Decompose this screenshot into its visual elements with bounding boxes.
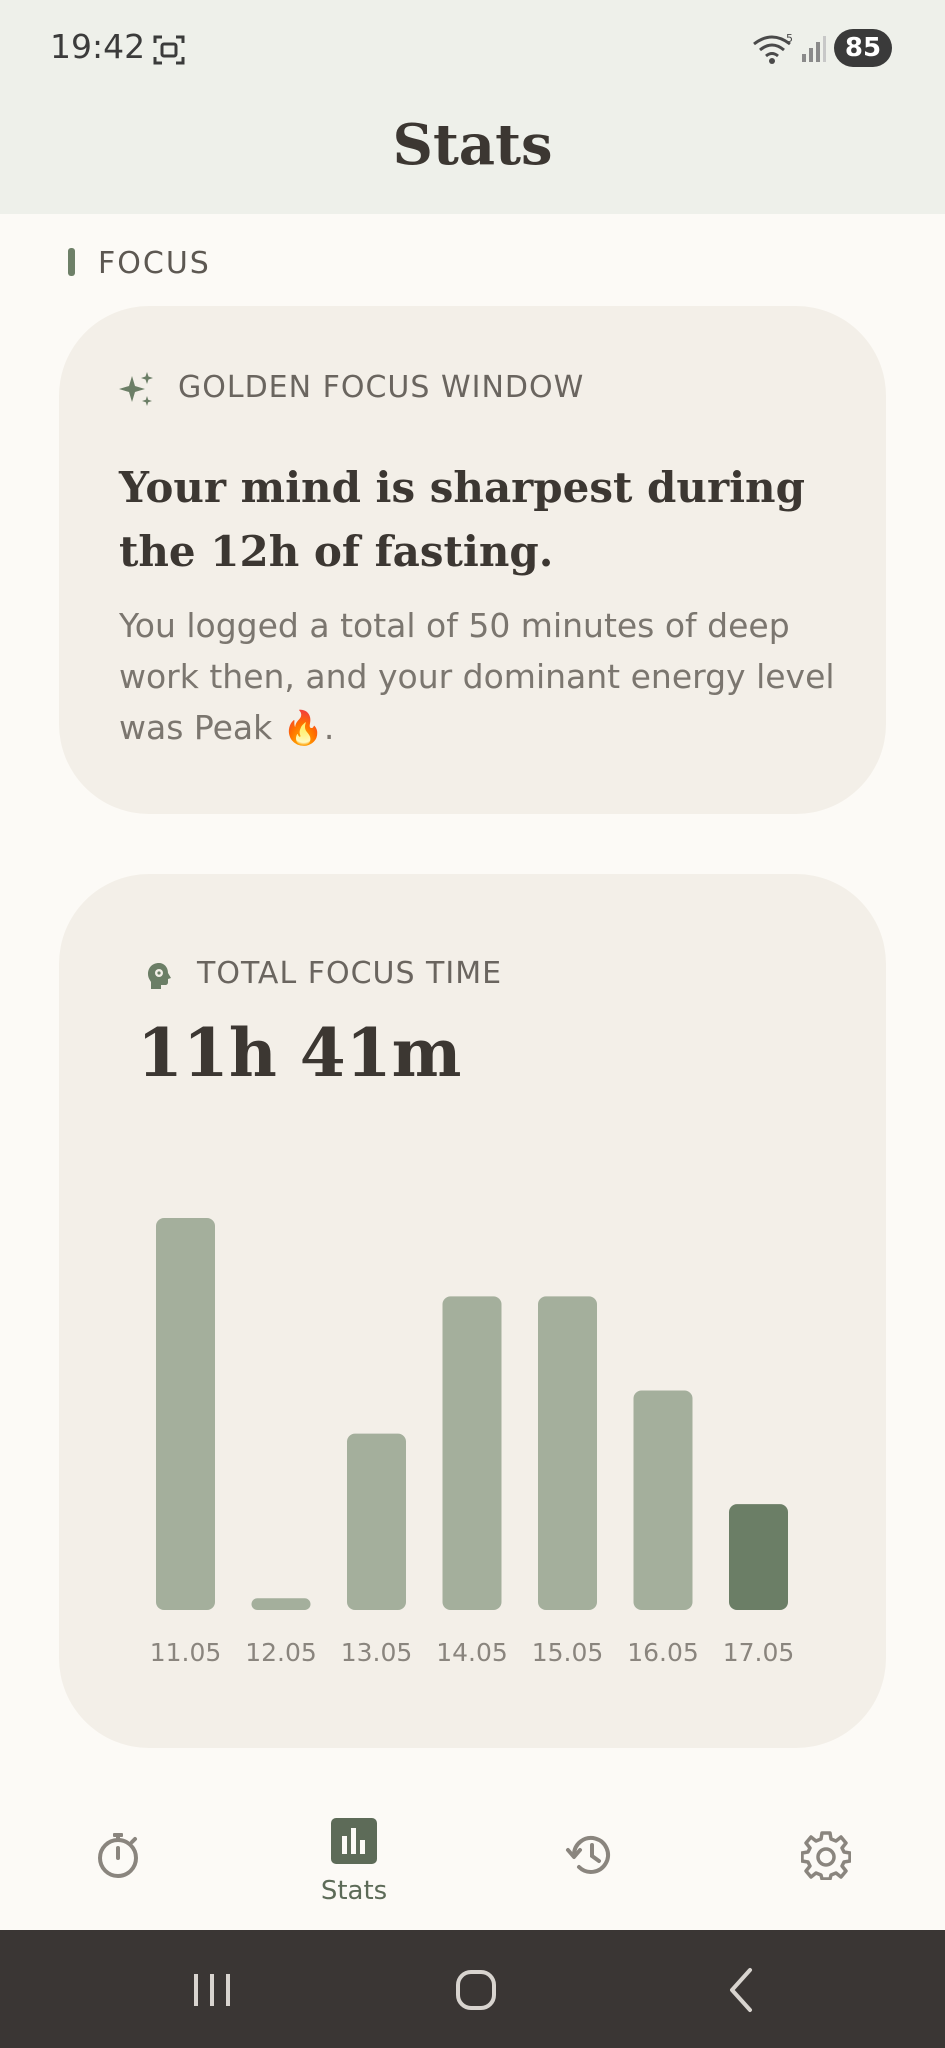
home-icon[interactable] [446, 1960, 506, 2020]
back-icon[interactable] [712, 1960, 772, 2020]
nav-timer[interactable] [38, 1790, 198, 1930]
recent-apps-icon[interactable] [182, 1960, 242, 2020]
nav-stats[interactable]: Stats [274, 1790, 434, 1930]
stopwatch-icon [98, 1833, 138, 1878]
screen-record-icon [153, 35, 185, 65]
bottom-navigation: Stats [0, 1790, 945, 1930]
signal-icon [802, 36, 826, 62]
golden-window-label: GOLDEN FOCUS WINDOW [178, 370, 585, 405]
chart-tick-label: 17.05 [723, 1638, 795, 1667]
system-navigation-bar [0, 1930, 945, 2048]
status-bar: 19:42 5 85 [0, 0, 945, 100]
history-icon [566, 1835, 610, 1874]
nav-settings[interactable] [746, 1790, 906, 1930]
top-app-area: 19:42 5 85 Stats [0, 0, 945, 214]
chart-bar-17.05[interactable] [729, 1504, 788, 1610]
status-time: 19:42 [50, 27, 146, 66]
sparkle-icon [119, 372, 153, 406]
gear-icon [801, 1831, 851, 1880]
svg-text:5: 5 [786, 32, 793, 45]
chart-bar-14.05[interactable] [442, 1296, 502, 1610]
chart-bar-13.05[interactable] [347, 1433, 406, 1610]
focus-bar-chart: 11.05 12.05 13.05 14.05 15.05 16.05 17.05 [150, 1218, 795, 1667]
bar-chart-icon [331, 1818, 377, 1864]
chart-tick-label: 13.05 [341, 1638, 413, 1667]
chart-tick-label: 11.05 [150, 1638, 222, 1667]
chart-tick-label: 15.05 [532, 1638, 604, 1667]
chart-tick-label: 14.05 [436, 1638, 508, 1667]
chart-bar-15.05[interactable] [538, 1296, 597, 1610]
nav-stats-label: Stats [320, 1876, 388, 1906]
section-accent-bar [68, 248, 75, 276]
total-focus-time-card: TOTAL FOCUS TIME 11h 41m 11.05 12.05 13.05… [59, 874, 886, 1748]
battery-indicator: 85 [834, 29, 892, 67]
chart-tick-label: 12.05 [245, 1638, 317, 1667]
nav-history[interactable] [510, 1790, 670, 1930]
chart-tick-label: 16.05 [627, 1638, 699, 1667]
chart-bar-11.05[interactable] [156, 1218, 215, 1610]
chart-bar-12.05[interactable] [251, 1598, 311, 1610]
wifi-icon: 5 [753, 32, 793, 64]
chart-bar-16.05[interactable] [633, 1390, 693, 1610]
section-title: FOCUS [98, 246, 211, 281]
golden-focus-window-card: GOLDEN FOCUS WINDOW Your mind is sharpes… [59, 306, 886, 814]
golden-window-headline: Your mind is sharpest during the 12h of … [119, 463, 805, 576]
page-title: Stats [392, 112, 553, 178]
golden-window-description: You logged a total of 50 minutes of deep… [119, 606, 835, 747]
